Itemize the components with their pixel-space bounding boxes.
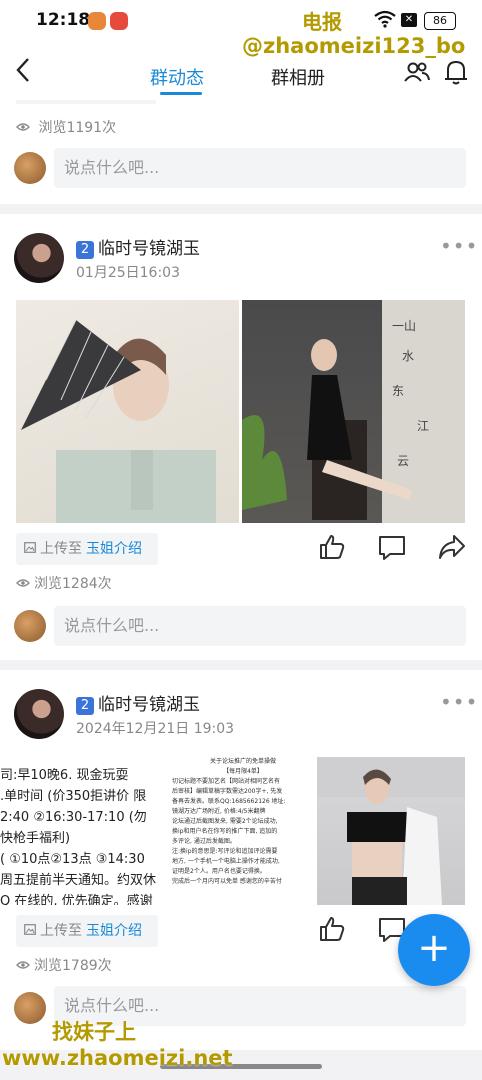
- comment-icon[interactable]: [378, 535, 406, 565]
- more-icon[interactable]: •••: [440, 234, 478, 258]
- doc-line: Q 在线的, 优先确定。感谢: [0, 894, 153, 905]
- doc-text-left: 司:早10晚6. 现金玩耍 .单时间 (价350拒讲价 限 2:40 ②16:3…: [0, 755, 170, 905]
- post-photo[interactable]: [317, 757, 465, 905]
- watermark-top-handle: @zhaomeizi123_bo: [242, 34, 466, 58]
- doc-line: 多评论, 通过后发截图。: [172, 838, 236, 845]
- doc-line: .单时间 (价350拒讲价 限: [0, 789, 147, 804]
- app-notification-icon: [110, 12, 128, 30]
- new-post-button[interactable]: +: [398, 914, 470, 986]
- doc-line: 后审核】编辑草稿字数需达200字+, 先发: [172, 788, 283, 795]
- tab-group-album[interactable]: 群相册: [271, 64, 325, 90]
- upload-prefix: 上传至: [40, 541, 82, 557]
- doc-title: 关于论坛推广的免单操做: [209, 758, 276, 765]
- avatar: [14, 992, 46, 1024]
- view-count-text: 浏览1789次: [34, 958, 112, 974]
- doc-line: 换ip和用户名在你写的推广下面, 追加的: [172, 828, 278, 835]
- like-icon[interactable]: [318, 533, 346, 565]
- doc-line: 周五提前半天通知。约双休: [0, 873, 157, 888]
- doc-line: 完成后一个月内可以免单 感谢您的辛苦付: [172, 878, 282, 885]
- comment-input[interactable]: 说点什么吧...: [54, 606, 466, 646]
- doc-text-right: 关于论坛推广的免单操做 【每月限4单】 切记标题不要加艺名【网站对相同艺名有 后…: [172, 755, 314, 905]
- watermark-top-title: 电报: [302, 10, 342, 34]
- status-time: 12:18: [36, 10, 91, 30]
- doc-subtitle: 【每月限4单】: [223, 768, 263, 775]
- post-fragment: [16, 100, 156, 104]
- wifi-icon: [374, 10, 396, 32]
- back-icon[interactable]: [14, 56, 32, 90]
- post-author-name: 临时号镜湖玉: [98, 239, 200, 259]
- doc-line: 2:40 ②16:30-17:10 (勿: [0, 810, 147, 825]
- upload-album-tag[interactable]: 上传至 玉姐介绍: [16, 915, 158, 947]
- doc-line: 论坛通过后截图发来, 需要2个论坛成功,: [172, 818, 278, 825]
- post-date: 01月25日16:03: [76, 265, 180, 281]
- more-icon[interactable]: •••: [440, 690, 478, 714]
- upload-prefix: 上传至: [40, 923, 82, 939]
- author-badge: 2: [76, 241, 94, 259]
- svg-text:水: 水: [402, 349, 414, 363]
- view-count: 浏览1191次: [16, 117, 116, 137]
- post-photo[interactable]: [16, 300, 239, 523]
- post-date: 2024年12月21日 19:03: [76, 721, 235, 737]
- battery-icon: 86: [424, 12, 456, 30]
- view-count-text: 浏览1191次: [38, 120, 117, 136]
- doc-line: 注:换ip的意思是:写评论和追加评论需要: [172, 848, 278, 855]
- doc-line: 证明是2个人。用户名也要记得换。: [172, 868, 266, 875]
- comment-input[interactable]: 说点什么吧...: [54, 148, 466, 188]
- doc-line: 快枪手福利): [0, 831, 71, 846]
- post-photo[interactable]: 一山水东江云: [242, 300, 465, 523]
- doc-line: 镜湖万达广场附近, 价格:4/5米翻牌: [172, 808, 266, 815]
- avatar[interactable]: [14, 233, 64, 283]
- doc-line: 切记标题不要加艺名【网站对相同艺名有: [172, 778, 281, 785]
- doc-line: 备再去发表。联系QQ:1685662126 地址:: [172, 798, 286, 805]
- feed-post: 2临时号镜湖玉 01月25日16:03 ••• 一山水东江云 上传至玉姐介绍: [0, 214, 482, 660]
- doc-line: 地方, 一个手机一个电脑上操作才能成功,: [172, 858, 280, 865]
- plus-icon: +: [417, 925, 451, 971]
- view-count-text: 浏览1284次: [34, 576, 112, 592]
- watermark-bottom-title: 找妹子上: [52, 1020, 136, 1044]
- watermark-bottom-url: www.zhaomeizi.net: [2, 1046, 233, 1070]
- avatar[interactable]: [14, 689, 64, 739]
- svg-text:东: 东: [392, 384, 404, 398]
- feed-post: 浏览1191次 说点什么吧...: [0, 100, 482, 204]
- svg-text:江: 江: [417, 419, 429, 433]
- tab-group-feed[interactable]: 群动态: [150, 64, 204, 90]
- upload-album-tag[interactable]: 上传至 玉姐介绍: [16, 533, 158, 565]
- doc-line: ( ①10点②13点 ③14:30: [0, 852, 145, 867]
- svg-text:云: 云: [397, 454, 409, 468]
- tab-active-indicator: [160, 92, 202, 95]
- image-icon: [24, 923, 36, 939]
- sim-status-icon: ✕: [401, 13, 417, 27]
- post-photo[interactable]: 司:早10晚6. 现金玩耍 .单时间 (价350拒讲价 限 2:40 ②16:3…: [0, 755, 314, 905]
- bell-icon[interactable]: [444, 58, 468, 90]
- view-count: 浏览1789次: [16, 955, 112, 975]
- svg-text:一山: 一山: [392, 319, 416, 333]
- album-link[interactable]: 玉姐介绍: [86, 923, 142, 939]
- group-members-icon[interactable]: [404, 60, 430, 88]
- post-author-name: 临时号镜湖玉: [98, 695, 200, 715]
- avatar: [14, 152, 46, 184]
- eye-icon: [16, 120, 34, 136]
- eye-icon: [16, 576, 30, 592]
- share-icon[interactable]: [438, 534, 466, 564]
- post-author[interactable]: 2 临时号镜湖玉: [76, 234, 200, 259]
- doc-line: 司:早10晚6. 现金玩耍: [0, 768, 129, 783]
- avatar: [14, 610, 46, 642]
- author-badge: 2: [76, 697, 94, 715]
- album-link[interactable]: 玉姐介绍: [86, 541, 142, 557]
- image-icon: [24, 541, 36, 557]
- view-count: 浏览1284次: [16, 573, 112, 593]
- post-author[interactable]: 2 临时号镜湖玉: [76, 690, 200, 715]
- like-icon[interactable]: [318, 915, 346, 947]
- eye-icon: [16, 958, 30, 974]
- app-notification-icon: [88, 12, 106, 30]
